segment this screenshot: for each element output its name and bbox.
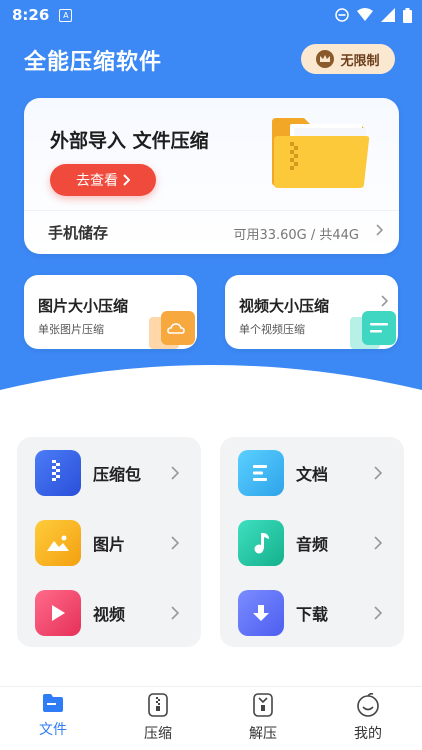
- video-icon: [35, 590, 81, 636]
- wifi-icon: [357, 8, 373, 21]
- notification-icon: A: [59, 8, 73, 22]
- download-icon: [238, 590, 284, 636]
- chevron-right-icon: [171, 536, 179, 550]
- chevron-right-icon: [374, 536, 382, 550]
- folder-icon: [272, 118, 370, 188]
- category-item-archive[interactable]: 压缩包: [17, 443, 201, 503]
- image-cloud-icon: [149, 311, 195, 349]
- document-icon: [238, 450, 284, 496]
- category-panel-right: 文档 音频 下载: [220, 437, 404, 647]
- tab-label: 我的: [354, 726, 382, 742]
- tab-label: 压缩: [144, 726, 172, 742]
- bottom-nav: 文件 压缩 解压 我的: [0, 686, 422, 750]
- vip-label: 无限制: [340, 53, 380, 69]
- video-doc-icon: [350, 311, 396, 349]
- category-label: 音频: [296, 535, 329, 554]
- tab-extract[interactable]: 解压: [223, 693, 303, 749]
- chevron-right-icon: [376, 224, 383, 236]
- category-label: 压缩包: [93, 465, 142, 484]
- app-title: 全能压缩软件: [24, 50, 163, 75]
- chevron-right-icon: [171, 606, 179, 620]
- image-icon: [35, 520, 81, 566]
- tab-files[interactable]: 文件: [13, 693, 93, 749]
- category-item-document[interactable]: 文档: [220, 443, 404, 503]
- import-card[interactable]: 外部导入 文件压缩 去查看 手机储存 可用33.60G / 共44G: [24, 98, 399, 254]
- category-label: 视频: [93, 605, 126, 624]
- battery-icon: [403, 7, 412, 23]
- category-item-image[interactable]: 图片: [17, 513, 201, 573]
- dnd-icon: [335, 8, 349, 22]
- music-icon: [238, 520, 284, 566]
- compress-tab-icon: [148, 693, 168, 717]
- chevron-right-icon: [374, 606, 382, 620]
- tab-label: 文件: [39, 722, 67, 738]
- storage-value: 可用33.60G / 共44G: [233, 228, 359, 243]
- signal-icon: [381, 8, 395, 22]
- zip-icon: [35, 450, 81, 496]
- import-headline: 外部导入 文件压缩: [50, 130, 209, 152]
- chevron-right-icon: [171, 466, 179, 480]
- crown-icon: [316, 50, 335, 68]
- category-label: 下载: [296, 605, 329, 624]
- category-panel-left: 压缩包 图片 视频: [17, 437, 201, 647]
- category-item-audio[interactable]: 音频: [220, 513, 404, 573]
- image-compress-subtitle: 单张图片压缩: [38, 323, 104, 336]
- folder-tab-icon: [43, 694, 63, 712]
- vip-button[interactable]: 无限制: [301, 44, 395, 74]
- video-compress-card[interactable]: 视频大小压缩 单个视频压缩: [225, 275, 398, 349]
- status-bar: 8:26 A: [0, 0, 422, 30]
- card-divider: [24, 210, 399, 211]
- tab-profile[interactable]: 我的: [328, 693, 408, 749]
- profile-tab-icon: [357, 693, 379, 717]
- image-compress-title: 图片大小压缩: [38, 297, 129, 315]
- chevron-right-icon: [374, 466, 382, 480]
- video-compress-subtitle: 单个视频压缩: [239, 323, 305, 336]
- category-label: 文档: [296, 465, 329, 484]
- storage-label: 手机储存: [48, 224, 109, 242]
- extract-tab-icon: [253, 693, 273, 717]
- view-button-label: 去查看: [76, 173, 118, 189]
- image-compress-card[interactable]: 图片大小压缩 单张图片压缩: [24, 275, 197, 349]
- tab-label: 解压: [249, 726, 277, 742]
- category-item-download[interactable]: 下载: [220, 583, 404, 643]
- video-compress-title: 视频大小压缩: [239, 297, 330, 315]
- view-button[interactable]: 去查看: [50, 164, 156, 196]
- tab-compress[interactable]: 压缩: [118, 693, 198, 749]
- category-label: 图片: [93, 535, 126, 554]
- status-time: 8:26: [12, 6, 50, 24]
- chevron-right-icon: [381, 295, 388, 307]
- chevron-right-icon: [123, 174, 130, 186]
- category-item-video[interactable]: 视频: [17, 583, 201, 643]
